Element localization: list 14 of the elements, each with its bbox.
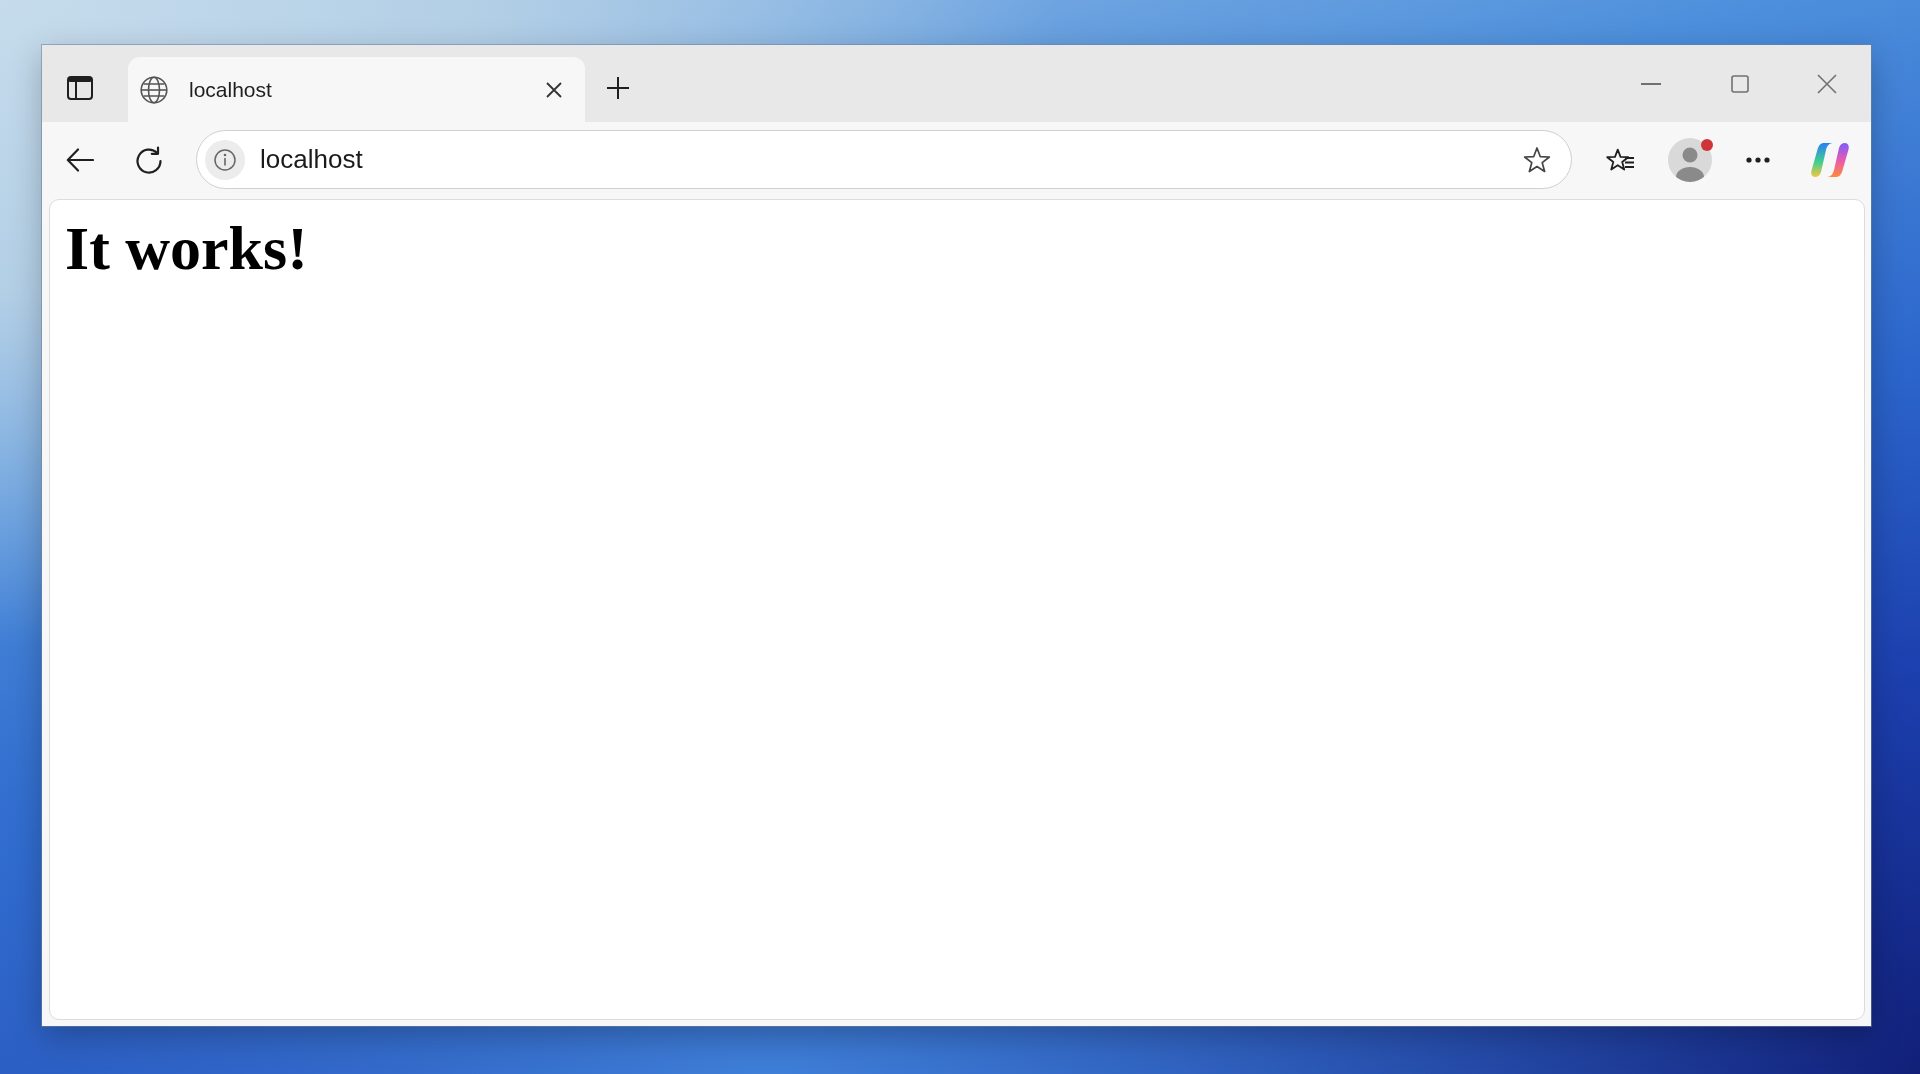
browser-tab[interactable]: localhost bbox=[128, 57, 585, 122]
address-bar[interactable]: localhost bbox=[196, 130, 1572, 189]
page-heading: It works! bbox=[65, 217, 308, 279]
maximize-icon[interactable] bbox=[1731, 75, 1749, 93]
back-arrow-icon[interactable] bbox=[66, 147, 94, 172]
globe-icon bbox=[140, 75, 168, 104]
sidebar-icon[interactable] bbox=[67, 76, 93, 100]
new-tab-icon[interactable] bbox=[607, 77, 629, 99]
star-icon[interactable] bbox=[1522, 144, 1552, 175]
refresh-icon[interactable] bbox=[135, 145, 163, 174]
close-icon[interactable] bbox=[546, 81, 562, 98]
more-options-icon[interactable] bbox=[1746, 156, 1770, 163]
avatar-icon[interactable] bbox=[1668, 137, 1712, 182]
info-icon[interactable] bbox=[205, 139, 245, 180]
